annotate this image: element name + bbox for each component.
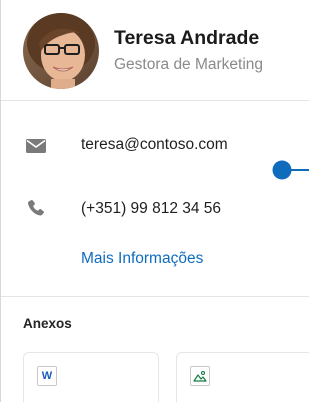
mail-icon bbox=[25, 135, 47, 157]
attachment-card-image[interactable] bbox=[176, 352, 309, 402]
panel-resize-handle[interactable] bbox=[271, 159, 309, 181]
header-divider bbox=[1, 100, 309, 101]
phone-value[interactable]: (+351) 99 812 34 56 bbox=[81, 200, 221, 218]
image-file-icon bbox=[190, 366, 210, 386]
avatar-photo bbox=[23, 13, 99, 89]
word-file-icon: W bbox=[37, 366, 57, 386]
contact-header: Teresa Andrade Gestora de Marketing bbox=[1, 0, 309, 100]
email-value[interactable]: teresa@contoso.com bbox=[81, 136, 228, 154]
word-letter: W bbox=[41, 370, 53, 382]
avatar[interactable] bbox=[23, 13, 99, 89]
attachments-title: Anexos bbox=[23, 316, 72, 331]
attachment-card-word[interactable]: W bbox=[23, 352, 159, 402]
phone-icon bbox=[25, 197, 47, 219]
contact-role: Gestora de Marketing bbox=[114, 56, 264, 73]
details-divider bbox=[1, 296, 309, 297]
more-info-link[interactable]: Mais Informações bbox=[81, 250, 203, 268]
contact-name: Teresa Andrade bbox=[114, 27, 260, 49]
contact-card: Teresa Andrade Gestora de Marketing tere… bbox=[0, 0, 309, 402]
